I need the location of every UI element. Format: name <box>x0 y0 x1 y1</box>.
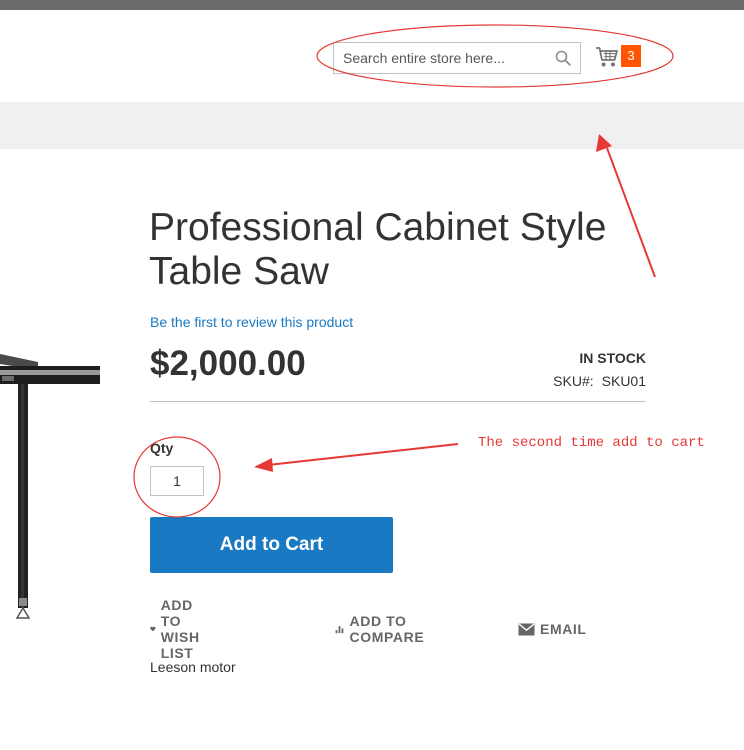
sku-value: SKU01 <box>601 373 646 389</box>
product-price: $2,000.00 <box>150 344 306 383</box>
wishlist-label: ADD TO WISH LIST <box>160 597 200 661</box>
add-to-cart-button[interactable]: Add to Cart <box>150 517 393 573</box>
navigation-bar <box>0 102 744 149</box>
qty-label: Qty <box>150 440 174 456</box>
sku-label: SKU#: <box>553 373 594 389</box>
top-bar <box>0 0 744 10</box>
cart-icon[interactable] <box>595 46 619 68</box>
email-label: EMAIL <box>540 621 587 637</box>
annotation-arrow-qty-head <box>254 458 273 472</box>
minicart[interactable]: 3 <box>595 44 647 70</box>
product-title: Professional Cabinet Style Table Saw <box>149 206 607 293</box>
add-to-wishlist-link[interactable]: ADD TO WISH LIST <box>150 597 210 661</box>
annotation-arrow-qty-line <box>267 443 459 466</box>
cart-count-badge[interactable]: 3 <box>621 45 641 67</box>
heart-icon <box>150 626 156 632</box>
search-icon[interactable] <box>555 50 571 66</box>
product-description: Leeson motor <box>150 659 236 675</box>
stock-status: IN STOCK <box>579 350 646 366</box>
search-box[interactable] <box>333 42 581 74</box>
email-link[interactable]: EMAIL <box>518 619 587 639</box>
bar-chart-icon <box>335 626 344 634</box>
compare-label: ADD TO COMPARE <box>349 613 425 645</box>
qty-input[interactable] <box>150 466 204 496</box>
envelope-icon <box>518 622 535 635</box>
product-image <box>0 354 100 619</box>
sku: SKU#: SKU01 <box>520 373 646 389</box>
search-input[interactable] <box>334 43 553 73</box>
add-to-compare-link[interactable]: ADD TO COMPARE <box>335 613 431 645</box>
annotation-note: The second time add to cart <box>478 435 705 451</box>
review-link[interactable]: Be the first to review this product <box>150 314 353 330</box>
divider <box>150 401 646 402</box>
